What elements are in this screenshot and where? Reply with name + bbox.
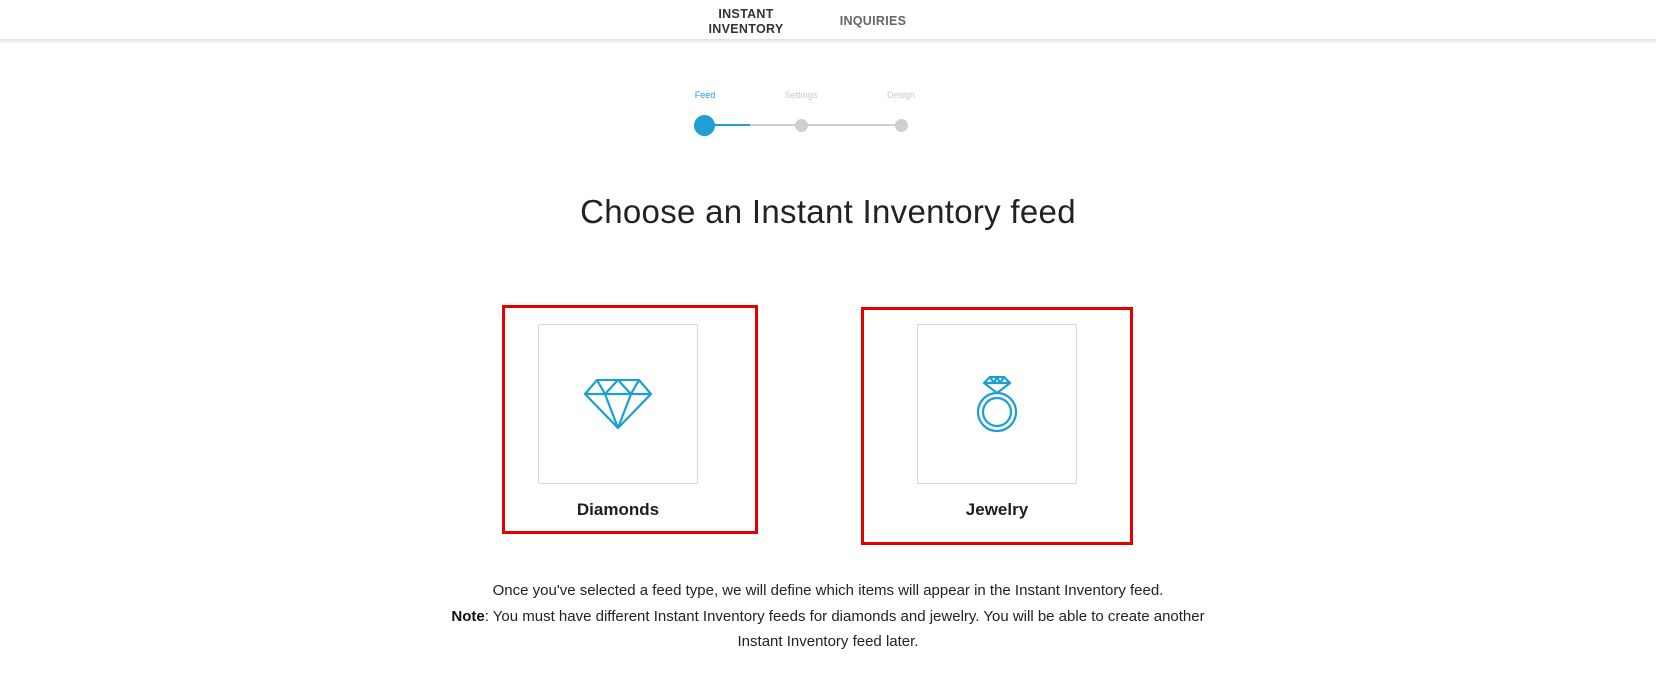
info-note: Note: You must have different Instant In… <box>428 604 1228 655</box>
step-feed-dot[interactable] <box>694 115 715 136</box>
step-feed-label: Feed <box>694 90 716 100</box>
diamonds-icon-box[interactable] <box>538 324 698 484</box>
diamonds-label: Diamonds <box>576 500 660 519</box>
progress-stepper: Feed Settings Design <box>0 0 1656 140</box>
step-settings-dot[interactable] <box>795 119 808 132</box>
info-description: Once you've selected a feed type, we wil… <box>492 582 1164 599</box>
jewelry-icon-box[interactable] <box>917 324 1077 484</box>
page-title: Choose an Instant Inventory feed <box>580 193 1076 230</box>
diamond-icon <box>584 379 652 429</box>
note-text: : You must have different Instant Invent… <box>484 607 1205 651</box>
step-settings-label: Settings <box>784 90 818 100</box>
step-track <box>750 124 902 126</box>
step-design-dot[interactable] <box>895 119 908 132</box>
jewelry-label: Jewelry <box>965 500 1029 519</box>
note-label: Note <box>451 607 485 625</box>
ring-icon <box>976 376 1018 432</box>
step-design-label: Design <box>886 90 915 100</box>
feed-option-diamonds[interactable]: Diamonds <box>502 305 758 534</box>
feed-option-jewelry[interactable]: Jewelry <box>861 307 1133 545</box>
feed-info-text: Once you've selected a feed type, we wil… <box>428 578 1228 655</box>
